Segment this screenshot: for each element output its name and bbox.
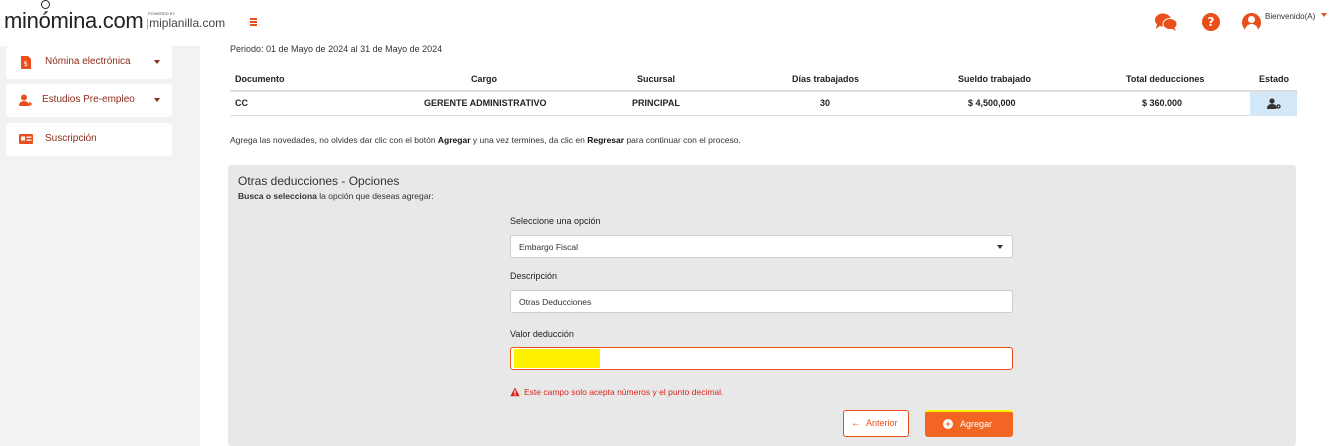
- chevron-down-icon: [154, 98, 160, 102]
- arrow-left-icon: ←: [851, 418, 861, 429]
- instructions-part: para continuar con el proceso.: [624, 135, 741, 145]
- user-plus-icon: [19, 94, 32, 106]
- cell-sueldo: $ 4,500,000: [968, 98, 1016, 108]
- panel-subtitle: Busca o selecciona la opción que deseas …: [238, 191, 434, 201]
- chevron-down-icon[interactable]: [997, 245, 1003, 249]
- sidebar-item-nomina-electronica[interactable]: $ Nómina electrónica: [6, 46, 172, 79]
- cell-sucursal: PRINCIPAL: [632, 98, 680, 108]
- miplanilla-text: miplanilla.com: [149, 16, 226, 30]
- sidebar-item-label: Estudios Pre-empleo: [42, 94, 135, 105]
- col-total-deducciones: Total deducciones: [1126, 74, 1205, 84]
- option-select-value: Embargo Fiscal: [519, 242, 579, 252]
- sidebar: $ Nómina electrónica Estudios Pre-empleo…: [0, 46, 200, 446]
- panel-title: Otras deducciones - Opciones: [238, 174, 400, 188]
- chevron-down-icon: [154, 60, 160, 64]
- logo-o-letter: ó: [38, 8, 51, 33]
- miplanilla-logo: |miplanilla.com: [146, 16, 225, 30]
- id-card-icon: [19, 134, 33, 144]
- user-avatar-icon[interactable]: [1242, 13, 1261, 32]
- sidebar-item-label: Nómina electrónica: [45, 56, 131, 67]
- logo-text-end: mina.com: [50, 8, 144, 33]
- col-sucursal: Sucursal: [637, 74, 676, 84]
- user-menu-caret-icon[interactable]: [1321, 13, 1327, 17]
- instructions-bold-regresar: Regresar: [587, 135, 625, 145]
- valor-deduccion-field[interactable]: [510, 347, 1013, 370]
- sidebar-item-label: Suscripción: [45, 133, 97, 144]
- estado-cell[interactable]: [1250, 92, 1297, 116]
- agregar-button-label: Agregar: [960, 419, 993, 429]
- descripcion-field[interactable]: Otras Deducciones: [510, 290, 1013, 313]
- sidebar-item-suscripcion[interactable]: Suscripción: [6, 123, 172, 156]
- periodo-label: Periodo: 01 de Mayo de 2024 al 31 de May…: [230, 44, 443, 54]
- panel-subtitle-bold: Busca o selecciona: [238, 191, 317, 201]
- chat-icon[interactable]: [1154, 12, 1178, 32]
- valor-error-message: Este campo solo acepta números y el punt…: [524, 387, 724, 397]
- col-cargo: Cargo: [471, 74, 498, 84]
- anterior-button-label: Anterior: [866, 418, 898, 428]
- sidebar-item-estudios-pre-empleo[interactable]: Estudios Pre-empleo: [6, 84, 172, 117]
- col-documento: Documento: [235, 74, 285, 84]
- document-dollar-icon: $: [21, 56, 31, 69]
- descripcion-value: Otras Deducciones: [519, 297, 592, 307]
- col-sueldo-trabajado: Sueldo trabajado: [958, 74, 1032, 84]
- cell-documento: CC: [235, 98, 248, 108]
- logo-text-start: min: [4, 8, 39, 33]
- agregar-button[interactable]: + Agregar: [925, 410, 1013, 437]
- logo-person-icon: [40, 0, 50, 9]
- col-dias-trabajados: Días trabajados: [792, 74, 860, 84]
- minomina-logo[interactable]: min ómina.com: [4, 0, 144, 34]
- instructions-bold-agregar: Agregar: [437, 135, 471, 145]
- plus-circle-icon: +: [943, 419, 953, 429]
- select-option-label: Seleccione una opción: [510, 216, 601, 226]
- descripcion-label: Descripción: [510, 271, 558, 281]
- highlighted-input-value: [514, 349, 600, 368]
- panel-subtitle-rest: la opción que deseas agregar:: [316, 191, 434, 201]
- instructions-part: Agrega las novedades, no olvides dar cli…: [230, 135, 438, 145]
- help-icon[interactable]: ?: [1202, 13, 1220, 31]
- user-settings-icon[interactable]: [1267, 98, 1281, 109]
- option-select[interactable]: Embargo Fiscal: [510, 235, 1013, 258]
- top-header: min ómina.com POWERED BY |miplanilla.com …: [0, 0, 1330, 46]
- cell-deducciones: $ 360.000: [1142, 98, 1183, 108]
- otras-deducciones-panel: Otras deducciones - Opciones Busca o sel…: [228, 165, 1296, 446]
- col-estado: Estado: [1259, 74, 1290, 84]
- valor-deduccion-label: Valor deducción: [510, 329, 574, 339]
- instructions-text: Agrega las novedades, no olvides dar cli…: [230, 135, 741, 145]
- logo-person-o: ó: [38, 0, 51, 34]
- main-content: Periodo: 01 de Mayo de 2024 al 31 de May…: [200, 44, 1330, 446]
- menu-toggle-icon[interactable]: [250, 18, 258, 26]
- table-header-row: Documento Cargo Sucursal Días trabajados…: [230, 68, 1297, 92]
- warning-icon: [510, 387, 520, 397]
- cell-dias: 30: [820, 98, 831, 108]
- anterior-button[interactable]: ← Anterior: [843, 410, 909, 437]
- employee-table: Documento Cargo Sucursal Días trabajados…: [230, 68, 1297, 116]
- table-row: CC GERENTE ADMINISTRATIVO PRINCIPAL 30 $…: [230, 92, 1297, 116]
- cell-cargo: GERENTE ADMINISTRATIVO: [424, 98, 547, 108]
- svg-text:$: $: [24, 60, 28, 68]
- instructions-part: y una vez termines, da clic en: [470, 135, 588, 145]
- welcome-user-label[interactable]: Bienvenido(A): [1265, 12, 1315, 21]
